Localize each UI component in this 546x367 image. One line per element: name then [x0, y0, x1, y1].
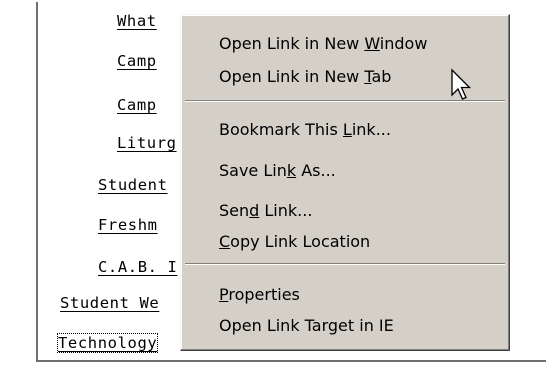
link-camp-1[interactable]: Camp [117, 52, 157, 70]
menu-item-send-link[interactable]: Send Link... [219, 196, 312, 226]
link-student[interactable]: Student [98, 176, 168, 194]
menu-item-save-link-as[interactable]: Save Link As... [219, 156, 336, 186]
menu-item-bookmark-link[interactable]: Bookmark This Link... [219, 115, 391, 145]
link-cab[interactable]: C.A.B. I [98, 258, 177, 276]
link-what[interactable]: What [117, 12, 157, 30]
menu-item-open-new-tab[interactable]: Open Link in New Tab [219, 62, 391, 92]
menu-separator [185, 263, 505, 265]
menu-item-open-new-window[interactable]: Open Link in New Window [219, 29, 427, 59]
menu-item-properties[interactable]: Properties [219, 280, 300, 310]
menu-item-copy-link-location[interactable]: Copy Link Location [219, 227, 370, 257]
arrow-pointer-icon [451, 68, 472, 100]
link-camp-2[interactable]: Camp [117, 96, 157, 114]
link-technology[interactable]: Technology [56, 333, 159, 353]
link-student-week[interactable]: Student We [60, 294, 159, 312]
link-freshmen[interactable]: Freshm [98, 216, 158, 234]
link-context-menu: Open Link in New Window Open Link in New… [180, 14, 510, 351]
menu-item-open-in-ie[interactable]: Open Link Target in IE [219, 311, 394, 341]
link-liturgy[interactable]: Liturg [117, 134, 177, 152]
